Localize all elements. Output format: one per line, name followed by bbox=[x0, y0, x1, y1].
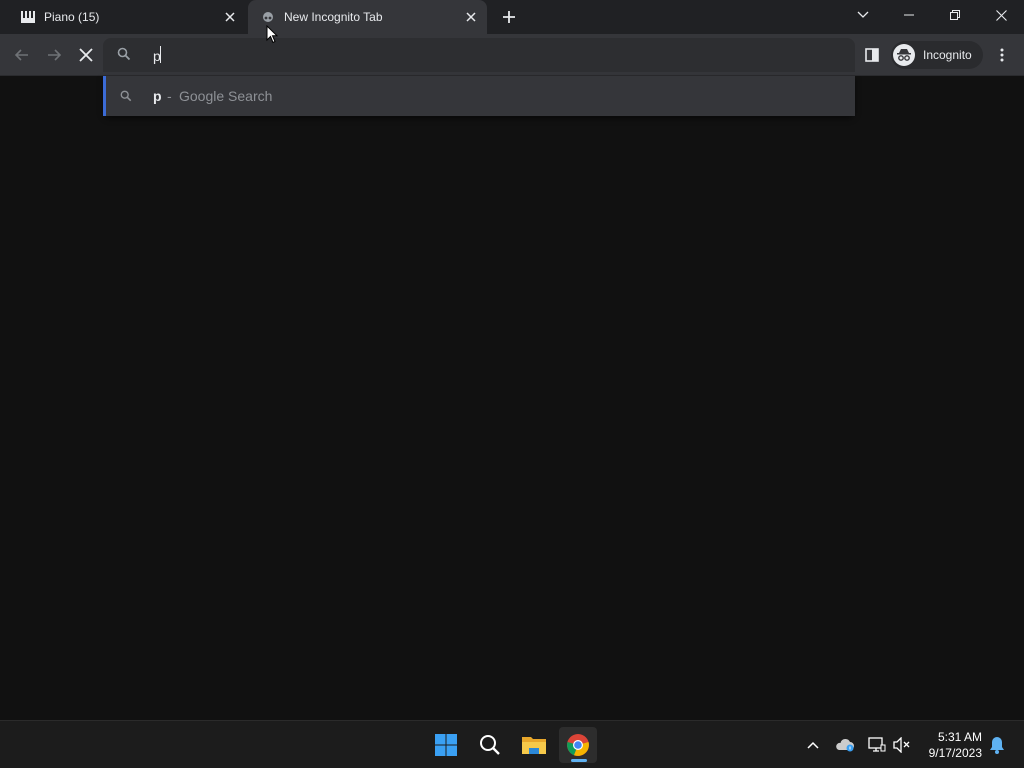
windows-start-icon bbox=[435, 734, 457, 756]
close-tab-icon[interactable] bbox=[222, 9, 238, 25]
show-hidden-icons-button[interactable] bbox=[801, 733, 825, 757]
side-panel-button[interactable] bbox=[860, 44, 884, 66]
omnibox-suggestions: p - Google Search bbox=[103, 76, 855, 116]
close-icon bbox=[995, 9, 1007, 21]
active-app-indicator bbox=[571, 759, 587, 762]
tab-new-incognito[interactable]: New Incognito Tab bbox=[248, 0, 487, 34]
close-window-button[interactable] bbox=[978, 0, 1024, 30]
cloud-icon bbox=[836, 738, 854, 752]
profile-label: Incognito bbox=[923, 48, 972, 62]
incognito-favicon-icon bbox=[260, 9, 276, 25]
suggestion-query: p bbox=[153, 88, 162, 104]
taskbar-search-button[interactable] bbox=[471, 727, 509, 763]
page-content bbox=[0, 116, 1024, 720]
network-tray-button[interactable] bbox=[865, 733, 889, 757]
minimize-icon bbox=[904, 14, 914, 16]
search-icon bbox=[120, 89, 132, 105]
network-icon bbox=[868, 737, 886, 752]
restore-button[interactable] bbox=[932, 0, 978, 30]
forward-button[interactable] bbox=[40, 41, 68, 69]
chevron-up-icon bbox=[807, 741, 819, 749]
side-panel-icon bbox=[865, 48, 879, 62]
chrome-menu-button[interactable] bbox=[992, 44, 1012, 66]
tab-search-button[interactable] bbox=[840, 0, 886, 30]
incognito-profile-button[interactable]: Incognito bbox=[891, 41, 983, 69]
suggestion-separator: - bbox=[167, 88, 172, 104]
piano-icon bbox=[20, 9, 36, 25]
chevron-down-icon bbox=[857, 11, 869, 18]
close-tab-icon[interactable] bbox=[463, 9, 479, 25]
tab-piano[interactable]: Piano (15) bbox=[0, 0, 246, 34]
new-tab-button[interactable] bbox=[499, 7, 519, 27]
back-button[interactable] bbox=[8, 41, 36, 69]
suggestion-engine: Google Search bbox=[179, 88, 273, 104]
back-arrow-icon bbox=[14, 49, 28, 61]
tab-strip: Piano (15) New Incognito Tab bbox=[0, 0, 1024, 34]
taskbar: 5:31 AM 9/17/2023 bbox=[0, 720, 1024, 768]
chrome-taskbar-button[interactable] bbox=[559, 727, 597, 763]
address-input[interactable] bbox=[153, 46, 753, 66]
file-explorer-button[interactable] bbox=[515, 727, 553, 763]
text-caret bbox=[160, 46, 161, 63]
stop-loading-button[interactable] bbox=[72, 41, 100, 69]
file-explorer-icon bbox=[522, 737, 546, 754]
more-vert-icon bbox=[1000, 48, 1004, 62]
search-icon bbox=[480, 735, 500, 755]
tab-title: Piano (15) bbox=[44, 10, 100, 24]
address-bar[interactable] bbox=[103, 38, 855, 72]
notifications-button[interactable] bbox=[985, 733, 1009, 757]
search-icon bbox=[117, 47, 131, 66]
restore-icon bbox=[950, 10, 960, 20]
mouse-cursor-icon bbox=[266, 24, 279, 49]
incognito-icon bbox=[893, 44, 915, 66]
suggestion-item[interactable]: p - Google Search bbox=[103, 76, 855, 116]
tab-title: New Incognito Tab bbox=[284, 10, 383, 24]
forward-arrow-icon bbox=[48, 49, 62, 61]
clock-date: 9/17/2023 bbox=[928, 746, 982, 760]
minimize-button[interactable] bbox=[886, 0, 932, 30]
taskbar-clock[interactable]: 5:31 AM 9/17/2023 bbox=[918, 729, 982, 761]
volume-tray-button[interactable] bbox=[890, 733, 914, 757]
bell-icon bbox=[990, 737, 1004, 754]
plus-icon bbox=[503, 11, 515, 23]
start-button[interactable] bbox=[427, 727, 465, 763]
volume-muted-icon bbox=[893, 737, 910, 753]
clock-time: 5:31 AM bbox=[937, 730, 982, 744]
chrome-icon bbox=[567, 734, 589, 756]
stop-icon bbox=[79, 48, 93, 62]
onedrive-tray-button[interactable] bbox=[833, 733, 857, 757]
